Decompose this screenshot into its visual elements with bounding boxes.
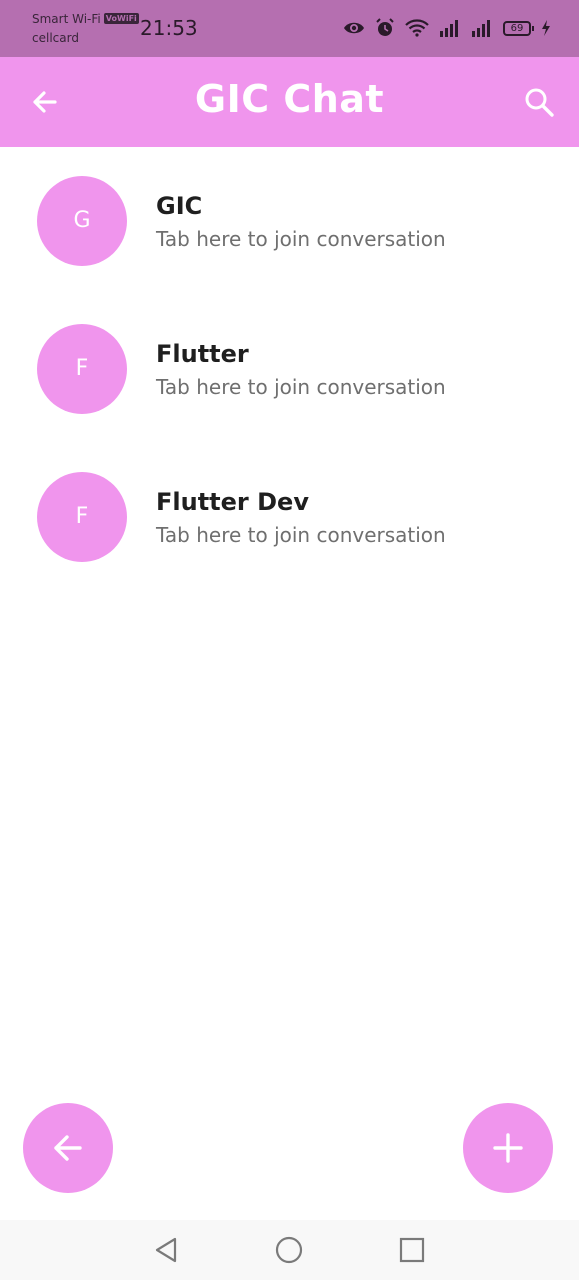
back-fab[interactable]	[23, 1103, 113, 1193]
plus-icon	[493, 1133, 523, 1163]
charging-icon	[542, 20, 550, 36]
carrier-secondary: cellcard	[32, 31, 79, 45]
nav-home-button[interactable]	[275, 1236, 303, 1264]
search-icon	[525, 88, 554, 117]
conversation-subtitle: Tab here to join conversation	[156, 375, 446, 399]
battery-icon: 69	[503, 20, 534, 36]
carrier-name: Smart Wi-Fi	[32, 12, 101, 26]
avatar: G	[37, 176, 127, 266]
conversation-item-gic[interactable]: G GIC Tab here to join conversation	[0, 147, 579, 295]
conversation-item-flutter[interactable]: F Flutter Tab here to join conversation	[0, 295, 579, 443]
conversation-title: Flutter	[156, 340, 249, 368]
arrow-back-icon	[54, 1135, 82, 1161]
wifi-icon	[405, 19, 429, 37]
status-icons: 69	[343, 17, 551, 39]
system-nav-bar	[0, 1220, 579, 1280]
conversation-subtitle: Tab here to join conversation	[156, 523, 446, 547]
conversation-list: G GIC Tab here to join conversation F Fl…	[0, 147, 579, 591]
search-button[interactable]	[519, 82, 559, 122]
avatar: F	[37, 324, 127, 414]
circle-home-icon	[275, 1236, 303, 1264]
vowifi-badge: VoWiFi	[103, 13, 139, 24]
nav-back-button[interactable]	[152, 1236, 180, 1264]
status-time: 21:53	[140, 16, 198, 40]
app-bar: GIC Chat	[0, 57, 579, 147]
conversation-item-flutter-dev[interactable]: F Flutter Dev Tab here to join conversat…	[0, 443, 579, 591]
conversation-title: Flutter Dev	[156, 488, 309, 516]
page-title: GIC Chat	[194, 77, 385, 121]
eye-icon	[344, 22, 364, 34]
triangle-back-icon	[155, 1237, 177, 1263]
avatar: F	[37, 472, 127, 562]
signal-icon	[472, 20, 490, 37]
add-conversation-fab[interactable]	[463, 1103, 553, 1193]
nav-recents-button[interactable]	[398, 1236, 426, 1264]
carrier-label: Smart Wi-Fi VoWiFi	[32, 12, 139, 26]
conversation-subtitle: Tab here to join conversation	[156, 227, 446, 251]
square-recents-icon	[399, 1237, 425, 1263]
status-bar: Smart Wi-Fi VoWiFi cellcard 21:53 69	[0, 0, 579, 57]
conversation-title: GIC	[156, 192, 203, 220]
signal-icon	[440, 20, 458, 37]
alarm-icon	[376, 18, 394, 36]
